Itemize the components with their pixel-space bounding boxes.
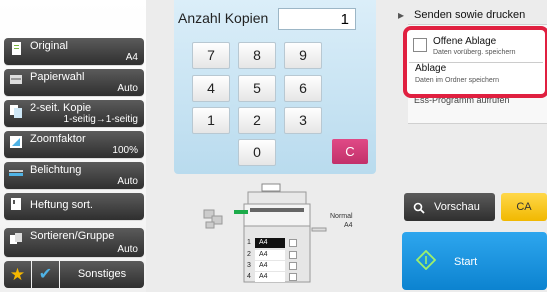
key-4[interactable]: 4	[192, 75, 230, 102]
zoom-label: Zoomfaktor	[30, 133, 86, 145]
expand-arrow-icon[interactable]: ▸	[398, 8, 404, 22]
paper-select-button[interactable]: Papierwahl Auto	[4, 69, 144, 96]
open-storage-subtitle: Daten vorüberg. speichern	[433, 49, 516, 56]
tray-number: 3	[247, 262, 251, 269]
tray-4[interactable]: 4 A4	[245, 272, 300, 283]
divider	[408, 123, 547, 124]
paper-icon	[289, 273, 297, 281]
paper-icon	[289, 262, 297, 270]
zoom-value: 100%	[112, 145, 138, 156]
tray-size: A4	[255, 272, 285, 282]
key-6[interactable]: 6	[284, 75, 322, 102]
tray-size: A4	[255, 261, 285, 271]
magnifier-icon	[413, 201, 425, 214]
sort-group-button[interactable]: Sortieren/Gruppe Auto	[4, 228, 144, 257]
tray-2[interactable]: 2 A4	[245, 250, 300, 261]
storage-subtitle: Daten im Ordner speichern	[415, 77, 500, 84]
normal-output-label: Normal	[330, 213, 353, 220]
storage-title[interactable]: Ablage	[415, 63, 446, 74]
start-label: Start	[454, 256, 478, 268]
original-value: A4	[125, 52, 138, 63]
copy-count-title: Anzahl Kopien	[178, 10, 269, 26]
zoom-icon	[9, 135, 24, 149]
open-storage-option[interactable]: Offene Ablage Daten vorüberg. speichern	[413, 34, 543, 60]
paper-trays[interactable]: 1 A4 2 A4 3 A4 4 A4	[245, 238, 300, 284]
paper-icon	[289, 239, 297, 247]
exposure-value: Auto	[117, 176, 138, 187]
duplex-copy-value: 1-seitig→1-seitig	[63, 114, 138, 125]
output-size-label: A4	[344, 222, 353, 229]
key-3[interactable]: 3	[284, 107, 322, 134]
duplex-icon	[9, 104, 24, 118]
sort-group-value: Auto	[117, 244, 138, 255]
sort-group-label: Sortieren/Gruppe	[30, 230, 115, 242]
key-8[interactable]: 8	[238, 42, 276, 69]
tray-3[interactable]: 3 A4	[245, 261, 300, 272]
exposure-icon	[9, 166, 24, 180]
key-1[interactable]: 1	[192, 107, 230, 134]
duplex-copy-button[interactable]: 2-seit. Kopie 1-seitig→1-seitig	[4, 100, 144, 127]
divider	[408, 24, 547, 25]
key-2[interactable]: 2	[238, 107, 276, 134]
key-5[interactable]: 5	[238, 75, 276, 102]
key-9[interactable]: 9	[284, 42, 322, 69]
exposure-label: Belichtung	[30, 164, 82, 176]
preview-label: Vorschau	[434, 201, 480, 213]
tray-size: A4	[255, 250, 285, 260]
start-icon	[415, 249, 437, 271]
duplex-copy-label: 2-seit. Kopie	[30, 102, 92, 114]
sort-group-icon	[9, 232, 24, 246]
original-button[interactable]: Original A4	[4, 38, 144, 65]
clear-button[interactable]: C	[332, 139, 368, 164]
star-icon[interactable]: ★	[4, 261, 31, 288]
send-and-print-label[interactable]: Senden sowie drucken	[414, 9, 525, 21]
document-icon	[9, 42, 24, 56]
staple-sort-label: Heftung sort.	[30, 199, 93, 211]
checkbox[interactable]	[413, 38, 427, 52]
tray-number: 1	[247, 239, 251, 246]
staple-sort-button[interactable]: Heftung sort.	[4, 193, 144, 220]
tray-1[interactable]: 1 A4	[245, 238, 300, 249]
open-storage-title: Offene Ablage	[433, 36, 497, 47]
copy-count-keypad: Anzahl Kopien 1 7 8 9 4 5 6 1 2 3 0 C	[174, 0, 376, 174]
key-0[interactable]: 0	[238, 139, 276, 166]
staple-sort-icon	[9, 197, 24, 211]
clear-all-button[interactable]: CA	[501, 193, 547, 221]
paper-tray-icon	[9, 73, 24, 87]
paper-select-value: Auto	[117, 83, 138, 94]
exposure-button[interactable]: Belichtung Auto	[4, 162, 144, 189]
copy-count-input[interactable]: 1	[278, 8, 356, 30]
tray-number: 4	[247, 273, 251, 280]
tray-number: 2	[247, 251, 251, 258]
paper-icon	[289, 251, 297, 259]
original-label: Original	[30, 40, 68, 52]
preview-button[interactable]: Vorschau	[404, 193, 495, 221]
zoom-button[interactable]: Zoomfaktor 100%	[4, 131, 144, 158]
check-icon[interactable]: ✔	[32, 261, 59, 288]
start-button[interactable]: Start	[402, 232, 547, 290]
others-button[interactable]: Sonstiges	[60, 261, 144, 288]
bottom-bar: ★ ✔ Sonstiges	[4, 261, 144, 288]
paper-select-label: Papierwahl	[30, 71, 85, 83]
storage-popup: Offene Ablage Daten vorüberg. speichern …	[403, 26, 547, 98]
key-7[interactable]: 7	[192, 42, 230, 69]
left-menu: Original A4 Papierwahl Auto 2-seit. Kopi…	[0, 0, 146, 292]
tray-size: A4	[255, 238, 285, 248]
